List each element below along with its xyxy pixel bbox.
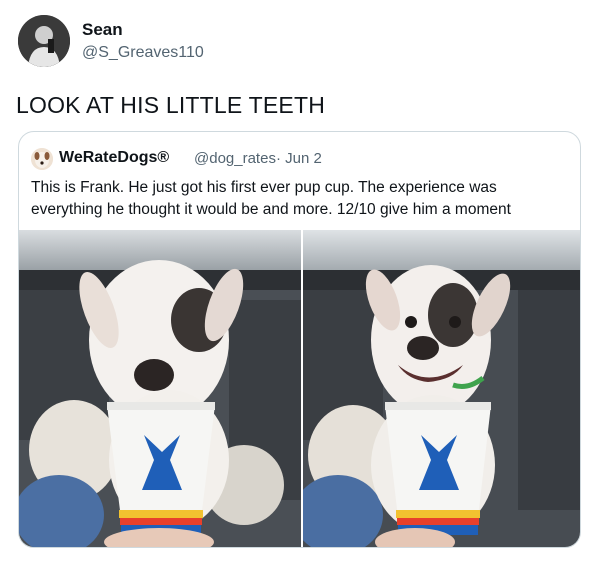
quoted-text: This is Frank. He just got his first eve… bbox=[31, 179, 511, 218]
quoted-avatar[interactable] bbox=[31, 148, 53, 170]
tweet-card: Sean @S_Greaves110 LOOK AT HIS LITTLE TE… bbox=[0, 0, 600, 566]
quoted-handle-date[interactable]: @dog_rates· Jun 2 bbox=[194, 150, 322, 167]
tweet-text: LOOK AT HIS LITTLE TEETH bbox=[16, 92, 325, 118]
photo-right[interactable] bbox=[303, 230, 580, 547]
quoted-tweet[interactable]: WeRateDogs® @dog_rates· Jun 2 This is Fr… bbox=[18, 131, 581, 548]
quoted-date[interactable]: · Jun 2 bbox=[276, 150, 322, 167]
photo-left[interactable] bbox=[19, 230, 301, 547]
quoted-handle[interactable]: @dog_rates bbox=[194, 150, 276, 167]
author-name[interactable]: Sean bbox=[82, 20, 123, 40]
dog-profile-photo-icon bbox=[31, 148, 53, 170]
dog-photo-2 bbox=[303, 230, 580, 547]
author-handle[interactable]: @S_Greaves110 bbox=[82, 44, 204, 62]
quoted-name[interactable]: WeRateDogs® bbox=[59, 149, 169, 167]
dog-photo-1 bbox=[19, 230, 301, 547]
profile-photo-icon bbox=[18, 15, 70, 67]
author-avatar[interactable] bbox=[18, 15, 70, 67]
